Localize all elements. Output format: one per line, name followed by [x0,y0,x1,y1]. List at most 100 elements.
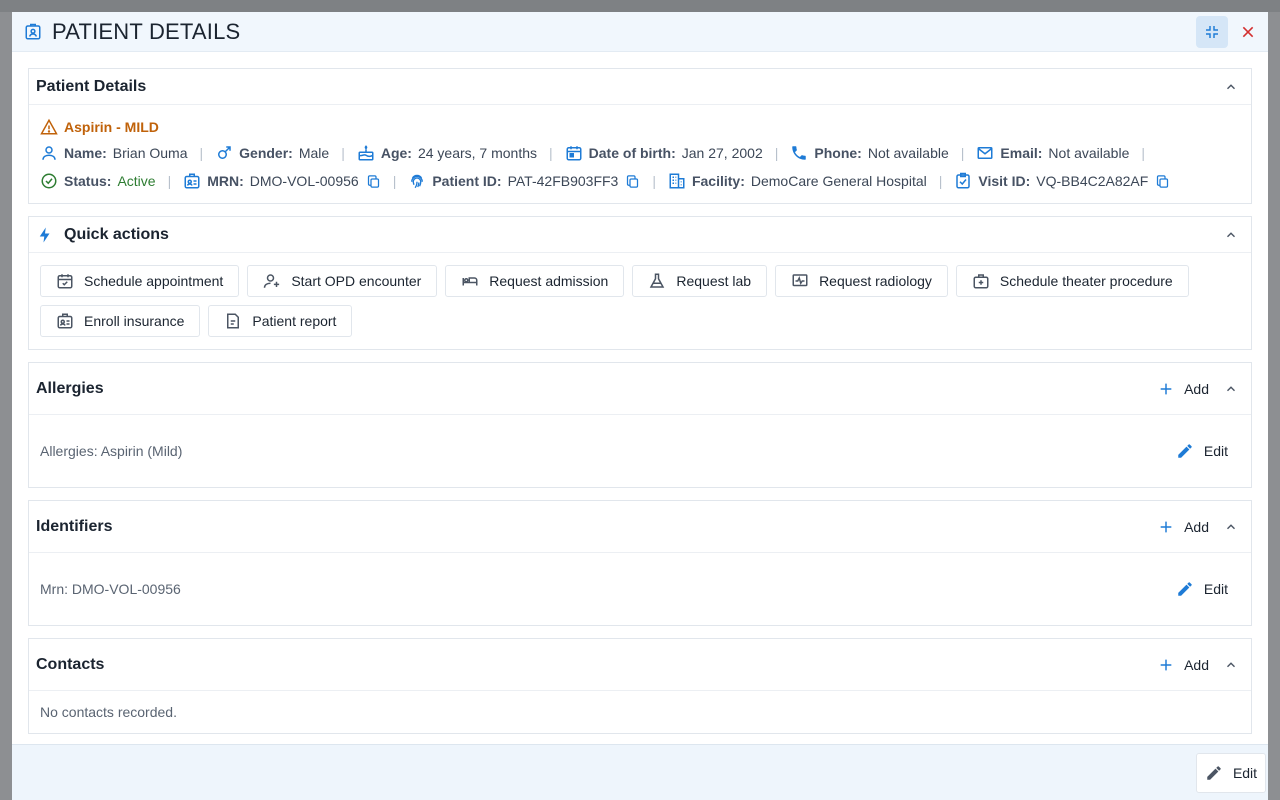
edit-identifiers-button[interactable]: Edit [1168,574,1240,604]
schedule-theater-procedure-button[interactable]: Schedule theater procedure [955,265,1189,297]
identifiers-header[interactable]: Identifiers Add [29,501,1251,553]
male-icon [218,146,231,159]
dob-item: Date of birth: Jan 27, 2002 [565,144,763,162]
request-admission-button[interactable]: Request admission [445,265,625,297]
pencil-icon [1178,582,1192,596]
separator: | [774,145,779,161]
section-title: Patient Details [36,77,147,95]
add-label: Add [1184,656,1209,673]
person-add-icon [264,274,280,288]
clipboard-check-icon [956,172,971,189]
separator: | [549,145,553,161]
edit-patient-button[interactable]: Edit [1196,753,1266,793]
button-label: Patient report [252,313,337,329]
name-label: Name: [64,145,107,161]
add-contact-button[interactable]: Add [1154,653,1213,677]
collapse-button[interactable] [1196,16,1228,48]
modal-footer: Edit [12,744,1268,800]
chevron-up-icon[interactable] [1219,377,1243,401]
chevron-up-icon[interactable] [1219,75,1243,99]
dob-value: Jan 27, 2002 [681,145,763,161]
document-icon [227,313,240,329]
id-card-icon [57,313,73,329]
close-button[interactable] [1232,16,1264,48]
chevron-up-icon[interactable] [1219,223,1243,247]
modal-header: PATIENT DETAILS [12,12,1268,52]
separator: | [392,173,397,189]
background-left-strip [0,12,12,800]
allergies-body: Allergies: Aspirin (Mild) Edit [29,415,1251,487]
identifiers-card: Identifiers Add Mrn: DMO-VOL-00956 Edit [28,500,1252,626]
visit-id-value: VQ-BB4C2A82AF [1036,173,1149,189]
allergy-alert-text: Aspirin - MILD [64,119,159,135]
separator: | [938,173,943,189]
phone-icon [792,146,807,160]
start-opd-encounter-button[interactable]: Start OPD encounter [247,265,438,297]
plus-icon [1160,521,1172,532]
copy-icon[interactable] [1155,174,1170,189]
schedule-appointment-button[interactable]: Schedule appointment [40,265,240,297]
collapse-arrows-icon [1206,26,1218,38]
patient-id-item: Patient ID: PAT-42FB903FF3 [408,172,640,190]
request-lab-button[interactable]: Request lab [632,265,768,297]
button-label: Enroll insurance [84,313,185,329]
plus-icon [1160,383,1172,394]
lightning-icon [39,227,50,242]
contacts-header[interactable]: Contacts Add [29,639,1251,691]
patient-details-modal: PATIENT DETAILS Patient Details Aspirin … [12,12,1268,800]
visit-id-label: Visit ID: [978,173,1031,189]
allergies-card: Allergies Add Allergies: Aspirin (Mild) … [28,362,1252,488]
facility-label: Facility: [691,173,745,189]
chevron-up-icon[interactable] [1219,515,1243,539]
gender-item: Gender: Male [215,144,329,162]
edit-label: Edit [1203,443,1228,459]
edit-label: Edit [1232,765,1258,781]
separator: | [167,173,172,189]
separator: | [960,145,965,161]
dob-label: Date of birth: [588,145,676,161]
close-icon [1242,26,1254,38]
modal-body: Patient Details Aspirin - MILD Name: Bri… [12,52,1268,734]
button-label: Start OPD encounter [291,273,422,289]
allergies-header[interactable]: Allergies Add [29,363,1251,415]
status-label: Status: [64,173,112,189]
patient-details-card: Patient Details Aspirin - MILD Name: Bri… [28,68,1252,204]
button-label: Schedule theater procedure [999,273,1173,289]
button-label: Request radiology [819,273,932,289]
pencil-icon [1178,444,1192,458]
phone-value: Not available [867,145,949,161]
plus-icon [1160,659,1172,670]
identifiers-body: Mrn: DMO-VOL-00956 Edit [29,553,1251,625]
check-circle-icon [41,173,57,189]
copy-icon[interactable] [625,174,640,189]
facility-item: Facility: DemoCare General Hospital [668,172,927,190]
copy-icon[interactable] [366,174,381,189]
chevron-up-icon[interactable] [1219,653,1243,677]
add-identifier-button[interactable]: Add [1154,515,1213,539]
patient-id-label: Patient ID: [432,173,502,189]
contacts-text: No contacts recorded. [40,704,177,720]
fingerprint-icon [411,174,424,189]
contacts-body: No contacts recorded. [29,691,1251,733]
add-allergy-button[interactable]: Add [1154,377,1213,401]
pencil-icon [1207,766,1221,780]
request-radiology-button[interactable]: Request radiology [775,265,948,297]
allergies-text: Allergies: Aspirin (Mild) [40,443,183,459]
patient-report-button[interactable]: Patient report [208,305,353,337]
age-item: Age: 24 years, 7 months [357,144,537,162]
patient-details-header[interactable]: Patient Details [29,69,1251,105]
section-title: Identifiers [36,517,113,535]
contacts-card: Contacts Add No contacts recorded. [28,638,1252,734]
email-item: Email: Not available [976,144,1129,162]
flask-icon [650,273,665,288]
info-row-1: Name: Brian Ouma | Gender: Male | Age: 2… [40,139,1240,167]
name-item: Name: Brian Ouma [40,144,188,162]
cake-icon [358,145,374,161]
calendar-icon [566,146,582,161]
age-value: 24 years, 7 months [417,145,538,161]
edit-allergies-button[interactable]: Edit [1168,436,1240,466]
separator: | [652,173,656,189]
quick-actions-header[interactable]: Quick actions [29,217,1251,253]
monitor-pulse-icon [792,274,808,287]
enroll-insurance-button[interactable]: Enroll insurance [40,305,201,337]
